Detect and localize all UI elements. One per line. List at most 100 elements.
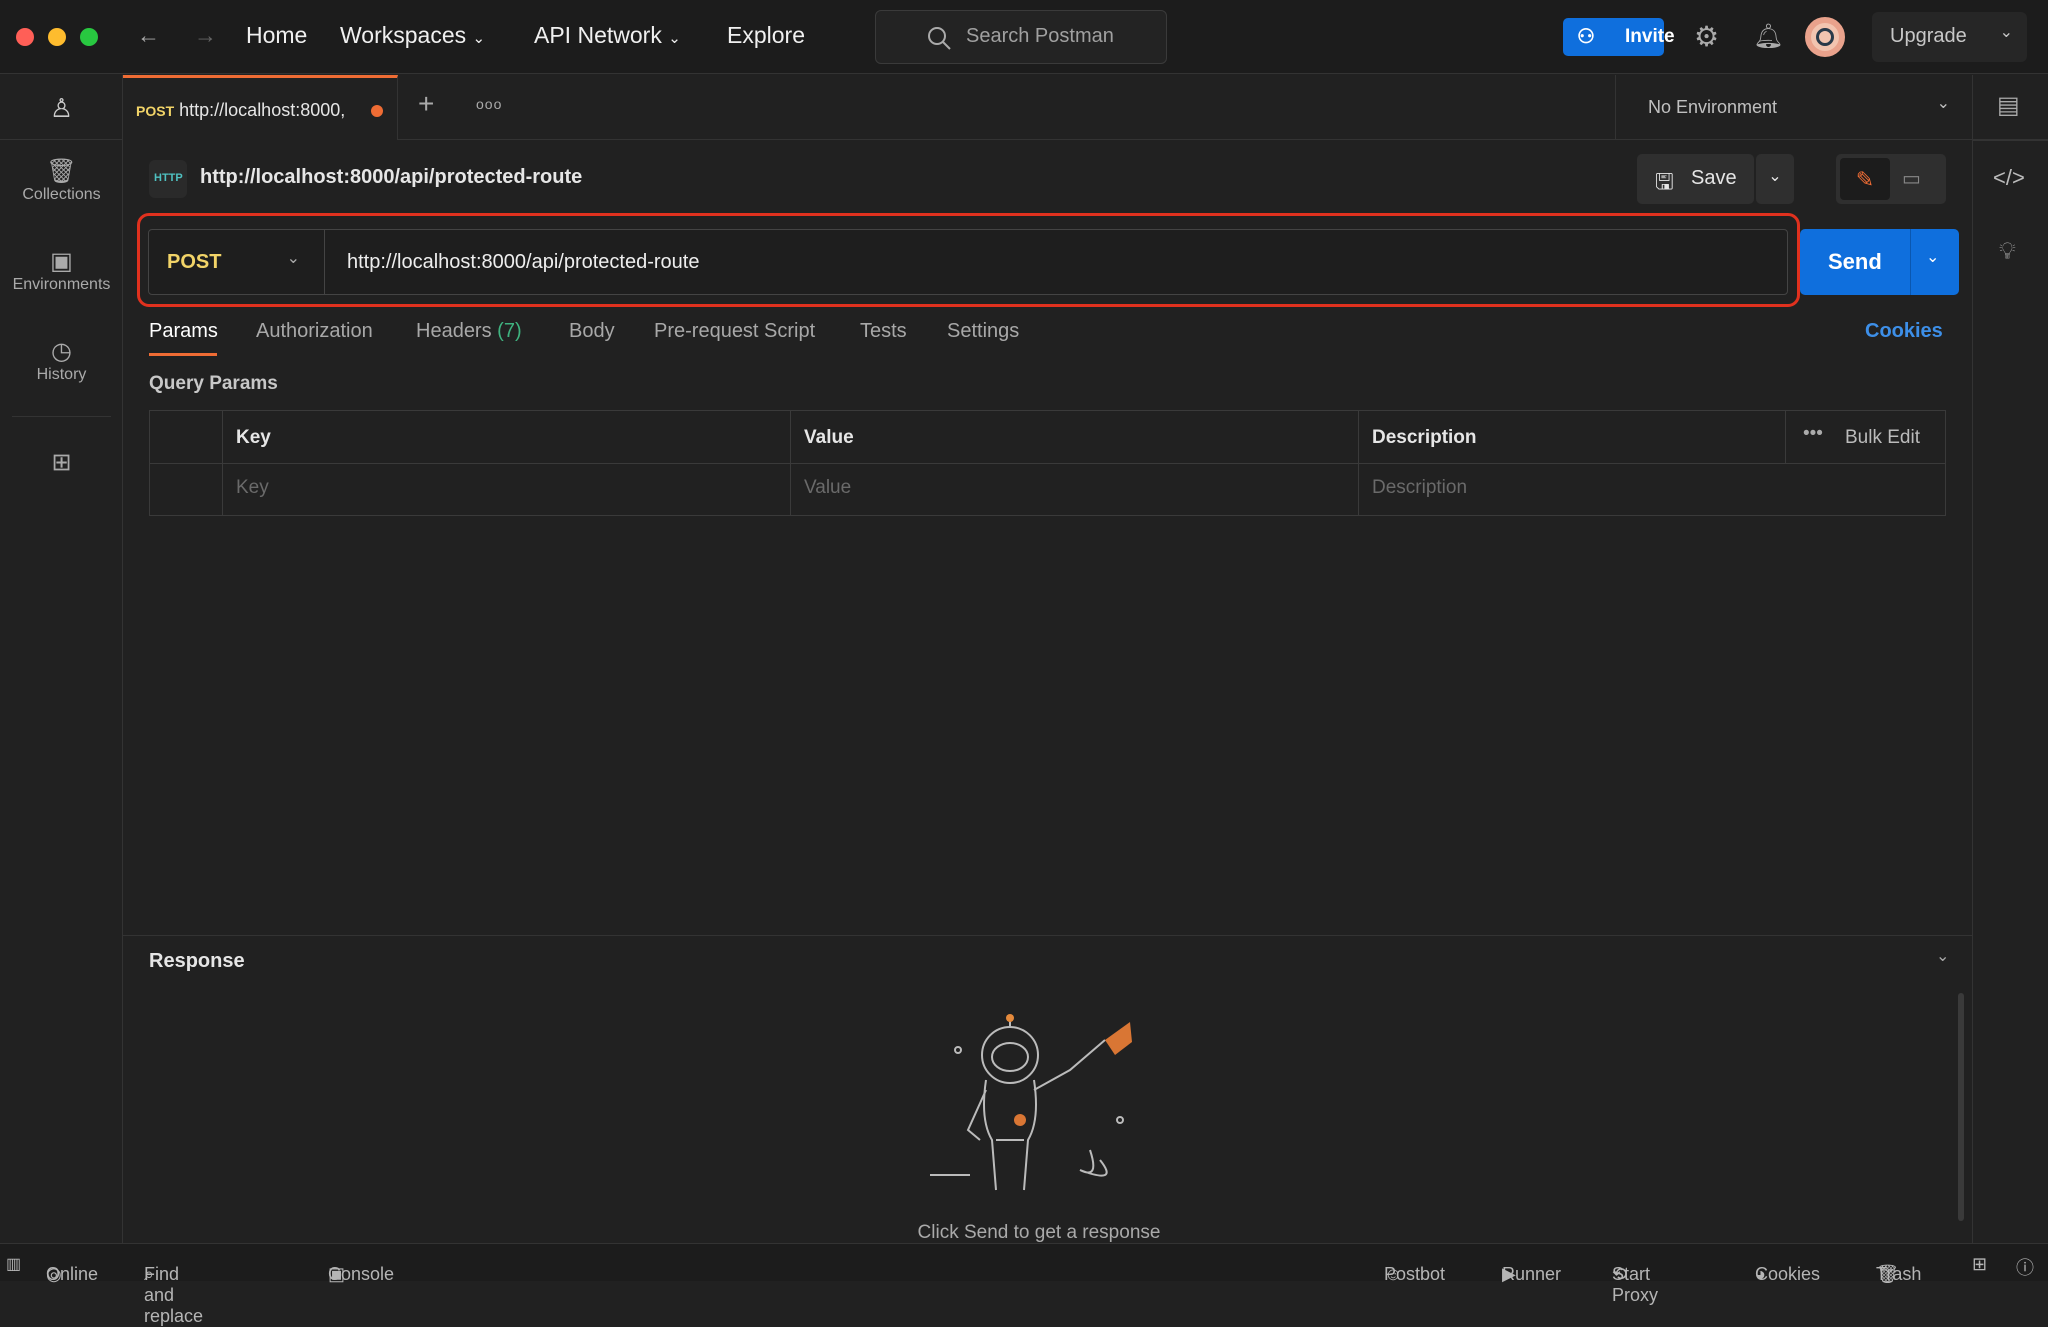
tab-tests[interactable]: Tests [860,320,907,343]
query-params-table: Key Value Description ••• Bulk Edit Key … [149,410,1946,516]
chevron-down-icon: ⌄ [472,30,486,47]
avatar[interactable] [1805,17,1845,57]
sidebar-item-label: Environments [12,276,111,293]
more-options-icon[interactable]: ••• [1803,423,1823,445]
key-input[interactable]: Key [236,477,269,499]
title-bar: ← → Home Workspaces ⌄ API Network ⌄ Expl… [0,0,2048,74]
comments-icon[interactable]: ▭ [1902,166,1921,191]
right-sidebar: ▤ </> 💡︎ [1972,75,2048,1243]
collections-icon: 🗑︎ [46,158,77,185]
lightbulb-icon[interactable]: 💡︎ [1999,238,2016,266]
save-button[interactable]: 🖫 Save [1637,154,1754,204]
chevron-down-icon: ⌄ [668,30,681,47]
settings-gear-icon[interactable]: ⚙ [1694,20,1719,53]
online-label: Online [46,1264,99,1284]
request-bar: POST ⌄ http://localhost:8000/api/protecte… [148,229,1788,295]
tab-method: POST [136,103,175,119]
trash-label: Trash [1876,1264,1922,1284]
invite-button[interactable]: ⚇ Invite [1563,18,1675,56]
find-replace-label: Find and replace [144,1264,204,1326]
add-user-icon: ⚇ [1577,26,1595,48]
environment-quick-look-icon[interactable]: ▤ [1997,91,2020,120]
send-options-chevron-icon[interactable]: ⌄ [1926,247,1939,267]
more-tabs-icon[interactable]: ooo [476,96,502,112]
divider [0,139,123,140]
tab-pre-request-script[interactable]: Pre-request Script [654,320,815,343]
nav-api-network[interactable]: API Network ⌄ [534,22,681,49]
history-icon: ◷ [51,338,72,365]
code-icon[interactable]: </> [1993,165,2025,191]
sidebar-item-label: Collections [22,186,101,203]
minimize-window-button[interactable] [48,28,66,46]
scrollbar[interactable] [1958,993,1964,1221]
upgrade-button[interactable]: Upgrade ⌄ [1872,12,2027,62]
divider [1910,229,1911,295]
edit-pencil-icon[interactable]: ✎ [1840,158,1890,200]
search-icon [928,27,951,50]
divider [222,411,223,515]
tab-title: http://localhost:8000, [179,100,346,120]
environment-label: No Environment [1648,97,1778,117]
left-sidebar: ♙ 🗑︎ Collections ▣ Environments ◷ History ⊞ [0,75,123,1243]
help-icon[interactable]: ⓘ [2016,1254,2034,1280]
notification-bell-icon[interactable]: 🔔︎ [1753,22,1783,51]
api-network-label: API Network [534,22,662,48]
tab-headers[interactable]: Headers (7) [416,320,522,343]
method-label: POST [167,251,222,273]
request-name[interactable]: http://localhost:8000/api/protected-rout… [200,166,582,189]
divider [1785,411,1786,463]
status-bar: ▥ ◎ Online ⌕ Find and replace ▣ Console … [0,1243,2048,1326]
nav-explore[interactable]: Explore [727,22,805,49]
description-input[interactable]: Description [1372,477,1467,499]
sidebar-item-environments[interactable]: ▣ Environments [0,247,123,294]
send-label: Send [1828,249,1882,274]
sidebar-item-history[interactable]: ◷ History [0,337,123,384]
send-button[interactable]: Send ⌄ [1800,229,1959,295]
tab-body[interactable]: Body [569,320,615,343]
layout-icon[interactable]: ⊞ [1972,1254,1987,1275]
collapse-chevron-icon[interactable]: ⌄ [1936,946,1949,966]
tab-params[interactable]: Params [149,320,218,343]
tab-settings[interactable]: Settings [947,320,1019,343]
new-tab-plus-icon[interactable]: + [418,88,434,120]
divider [150,463,1945,464]
response-title: Response [149,950,245,972]
sidebar-item-collections[interactable]: 🗑︎ Collections [0,157,123,204]
url-input[interactable]: http://localhost:8000/api/protected-rout… [347,251,699,274]
divider [790,411,791,515]
cookies-link[interactable]: Cookies [1865,320,1943,343]
header-value: Value [804,427,854,448]
toggle-sidebar-icon[interactable]: ▥ [6,1254,21,1274]
method-selector[interactable]: POST ⌄ [149,230,325,294]
unsaved-dot-icon [371,105,383,117]
divider [12,416,111,417]
close-window-button[interactable] [16,28,34,46]
back-arrow-icon[interactable]: ← [137,22,160,49]
chevron-down-icon: ⌄ [1999,24,2013,41]
upgrade-label: Upgrade [1890,25,1967,47]
search-input[interactable]: Search Postman [875,10,1167,64]
value-input[interactable]: Value [804,477,851,499]
chevron-down-icon: ⌄ [1936,95,1950,112]
environment-icon: ▣ [50,248,73,275]
active-tab-indicator [149,353,217,356]
response-divider[interactable] [123,935,1972,936]
maximize-window-button[interactable] [80,28,98,46]
cookies-label: Cookies [1755,1264,1821,1284]
bulk-edit-button[interactable]: Bulk Edit [1845,427,1920,449]
headers-count: (7) [497,320,522,342]
chevron-down-icon: ⌄ [286,250,300,267]
forward-arrow-icon[interactable]: → [194,22,217,49]
tab-request[interactable]: POST http://localhost:8000, [123,75,398,140]
environment-selector[interactable]: No Environment ⌄ [1615,75,1972,140]
user-icon[interactable]: ♙ [0,93,123,124]
save-options-dropdown[interactable]: ⌄ [1756,154,1794,204]
apps-grid-icon[interactable]: ⊞ [0,448,123,477]
runner-label: Runner [1502,1264,1562,1284]
tab-authorization[interactable]: Authorization [256,320,373,343]
nav-home[interactable]: Home [246,22,307,49]
nav-workspaces[interactable]: Workspaces ⌄ [340,22,485,49]
search-placeholder: Search Postman [966,25,1114,47]
query-params-title: Query Params [149,373,278,394]
header-description: Description [1372,427,1477,448]
